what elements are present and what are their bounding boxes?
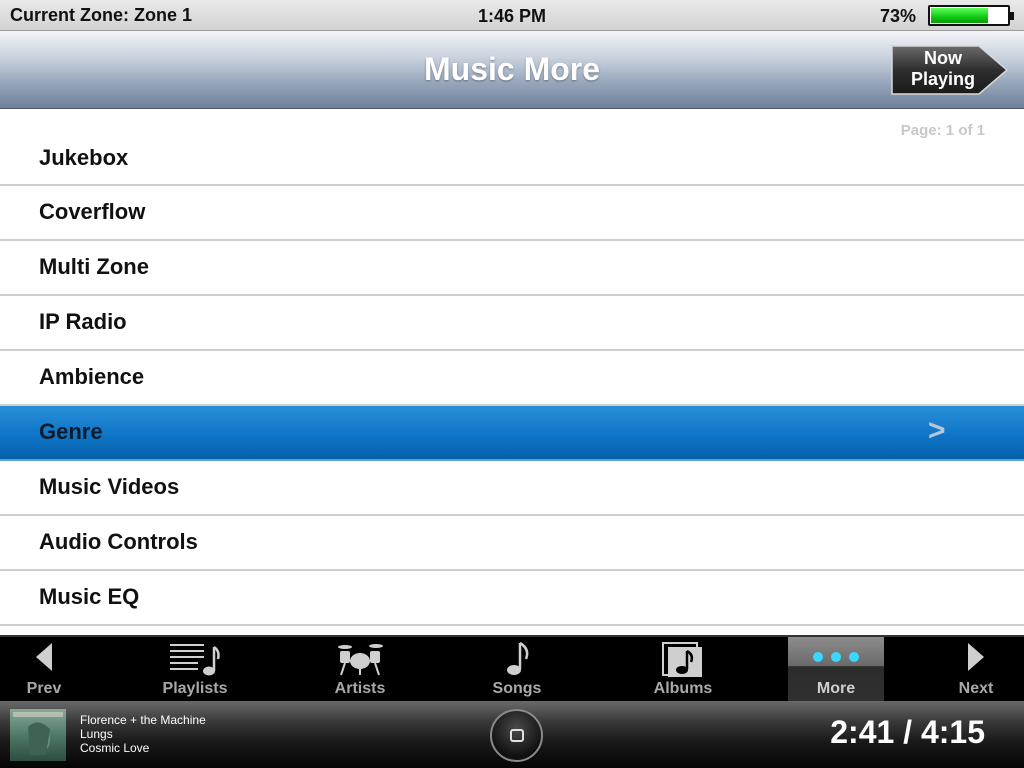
list-item-music-videos[interactable]: Music Videos [0,461,1024,516]
album-cover-image [10,709,66,761]
tab-label: Prev [26,680,62,697]
more-dots-icon [813,652,859,662]
tab-playlists[interactable]: Playlists [150,637,240,701]
list-item-audio-controls[interactable]: Audio Controls [0,516,1024,571]
drums-icon [338,644,383,676]
list-item-coverflow[interactable]: Coverflow [0,186,1024,241]
list-item-genre[interactable]: Genre > [0,406,1024,461]
next-arrow-icon [968,643,984,671]
clock: 1:46 PM [477,6,547,26]
tab-prev[interactable]: Prev [0,637,88,701]
prev-arrow-icon [36,643,52,671]
music-note-icon [507,641,529,675]
status-bar: Current Zone: Zone 1 1:46 PM 73% [0,0,1024,31]
album-icon [662,642,702,677]
now-playing-label: Now Playing [910,48,976,89]
nav-header: Music More Now Playing [0,31,1024,109]
tab-more[interactable]: More [788,637,884,701]
page-title: Music More [423,51,601,87]
tab-label: Artists [334,680,386,697]
home-button[interactable] [490,709,543,762]
list-item-label: Jukebox [39,145,129,170]
tab-label: More [816,680,856,697]
mini-player: Florence + the Machine Lungs Cosmic Love… [0,701,1024,768]
track-artist: Florence + the Machine [80,713,206,727]
tab-label: Playlists [162,680,228,697]
battery-percent: 73% [879,6,916,26]
music-more-list: Jukebox Coverflow Multi Zone IP Radio Am… [0,130,1024,626]
list-item-ip-radio[interactable]: IP Radio [0,296,1024,351]
chevron-right-icon: > [928,414,946,447]
battery-level [931,8,988,23]
tab-label: Albums [653,680,713,697]
list-item-label: Music EQ [39,584,140,609]
list-item-label: IP Radio [39,309,127,334]
tab-next[interactable]: Next [936,637,1016,701]
tab-artists[interactable]: Artists [315,637,405,701]
battery-icon [928,5,1014,26]
track-album: Lungs [80,727,113,741]
list-item-label: Coverflow [39,199,146,224]
list-item-multi-zone[interactable]: Multi Zone [0,241,1024,296]
list-item-label: Audio Controls [39,529,198,554]
list-item-music-eq[interactable]: Music EQ [0,571,1024,626]
album-art[interactable] [10,709,66,761]
list-item-ambience[interactable]: Ambience [0,351,1024,406]
tab-albums[interactable]: Albums [638,637,728,701]
list-item-label: Multi Zone [39,254,149,279]
tab-label: Next [958,680,994,697]
playlist-icon [170,644,220,676]
list-item-label: Music Videos [39,474,180,499]
list-item-label: Genre [39,419,103,444]
track-info: Florence + the Machine Lungs Cosmic Love [80,713,206,755]
home-square-icon [510,729,524,742]
now-playing-button[interactable]: Now Playing [889,44,1009,96]
list-item-label: Ambience [39,364,145,389]
tab-label: Songs [492,680,542,697]
battery-cap [1010,12,1014,20]
tab-songs[interactable]: Songs [472,637,562,701]
playback-time: 2:41 / 4:15 [830,714,985,750]
list-item-jukebox[interactable]: Jukebox [0,130,1024,186]
tab-bar: Prev Playlists Artists Songs Albums More… [0,635,1024,701]
track-song: Cosmic Love [80,741,150,755]
